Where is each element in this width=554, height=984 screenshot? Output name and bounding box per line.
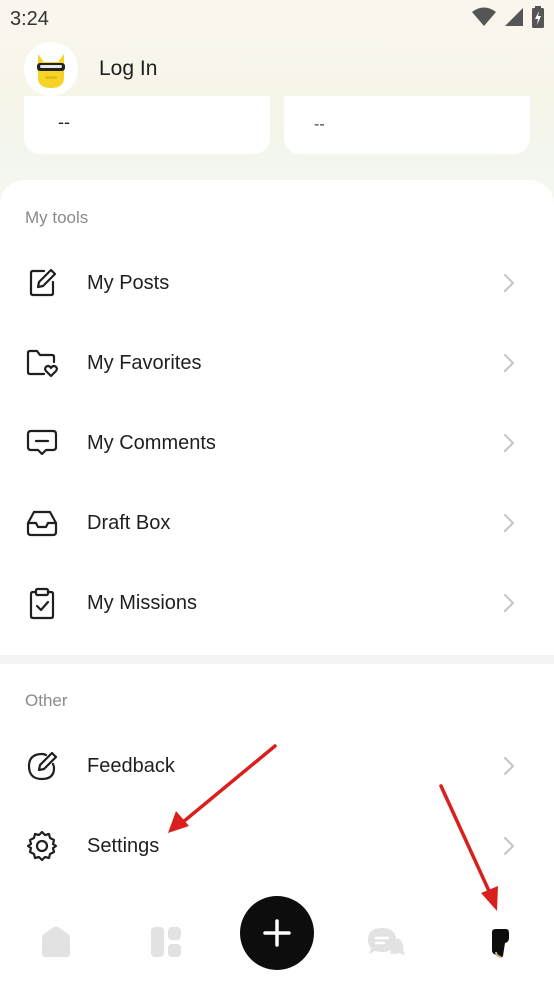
gear-icon (24, 828, 60, 864)
menu-item-label: Draft Box (87, 511, 171, 534)
menu-item-label: My Favorites (87, 351, 202, 374)
signal-icon (504, 7, 524, 32)
chevron-right-icon (500, 835, 518, 857)
menu-item-my-missions[interactable]: My Missions (0, 563, 554, 643)
home-icon (42, 926, 70, 957)
clipboard-check-icon (24, 585, 60, 621)
chevron-right-icon (500, 432, 518, 454)
stat-card[interactable]: -- (284, 96, 530, 154)
menu-item-label: My Comments (87, 431, 216, 454)
edit-note-icon (24, 265, 60, 301)
chevron-right-icon (500, 592, 518, 614)
status-bar: 3:24 (0, 0, 554, 38)
chevron-right-icon (500, 352, 518, 374)
nav-messages[interactable] (366, 922, 406, 962)
chevron-right-icon (500, 272, 518, 294)
menu-item-settings[interactable]: Settings (0, 806, 554, 886)
chevron-right-icon (500, 755, 518, 777)
nav-profile[interactable] (478, 922, 518, 962)
menu-item-label: My Posts (87, 271, 170, 294)
folder-heart-icon (24, 345, 60, 381)
login-link[interactable]: Log In (99, 57, 157, 81)
pencil-circle-icon (24, 748, 60, 784)
menu-item-label: Feedback (87, 754, 175, 777)
menu-item-my-favorites[interactable]: My Favorites (0, 323, 554, 403)
status-icons (472, 5, 544, 33)
wifi-icon (472, 7, 496, 32)
section-title-my-tools: My tools (25, 208, 89, 227)
comment-icon (24, 425, 60, 461)
stat-value: -- (58, 112, 70, 132)
menu-item-my-posts[interactable]: My Posts (0, 243, 554, 323)
add-post-button[interactable] (240, 896, 314, 970)
menu-item-feedback[interactable]: Feedback (0, 726, 554, 806)
dashboard-icon (151, 927, 181, 957)
add-icon (263, 919, 291, 947)
inbox-tray-icon (24, 505, 60, 541)
menu-item-my-comments[interactable]: My Comments (0, 403, 554, 483)
menu-item-label: My Missions (87, 591, 198, 614)
section-title-other: Other (25, 691, 68, 710)
battery-charging-icon (532, 5, 544, 33)
mascot-avatar-icon (29, 47, 73, 91)
chevron-right-icon (500, 512, 518, 534)
nav-dashboard[interactable] (146, 922, 186, 962)
profile-row[interactable]: Log In (24, 42, 157, 96)
profile-icon (492, 929, 509, 958)
nav-home[interactable] (36, 922, 76, 962)
menu-item-label: Settings (87, 834, 160, 857)
stat-card[interactable]: -- (24, 96, 270, 154)
section-divider (0, 655, 554, 664)
menu-item-draft-box[interactable]: Draft Box (0, 483, 554, 563)
status-time: 3:24 (10, 7, 49, 30)
stat-value: -- (314, 116, 325, 133)
avatar[interactable] (24, 42, 78, 96)
messages-icon (368, 928, 405, 955)
